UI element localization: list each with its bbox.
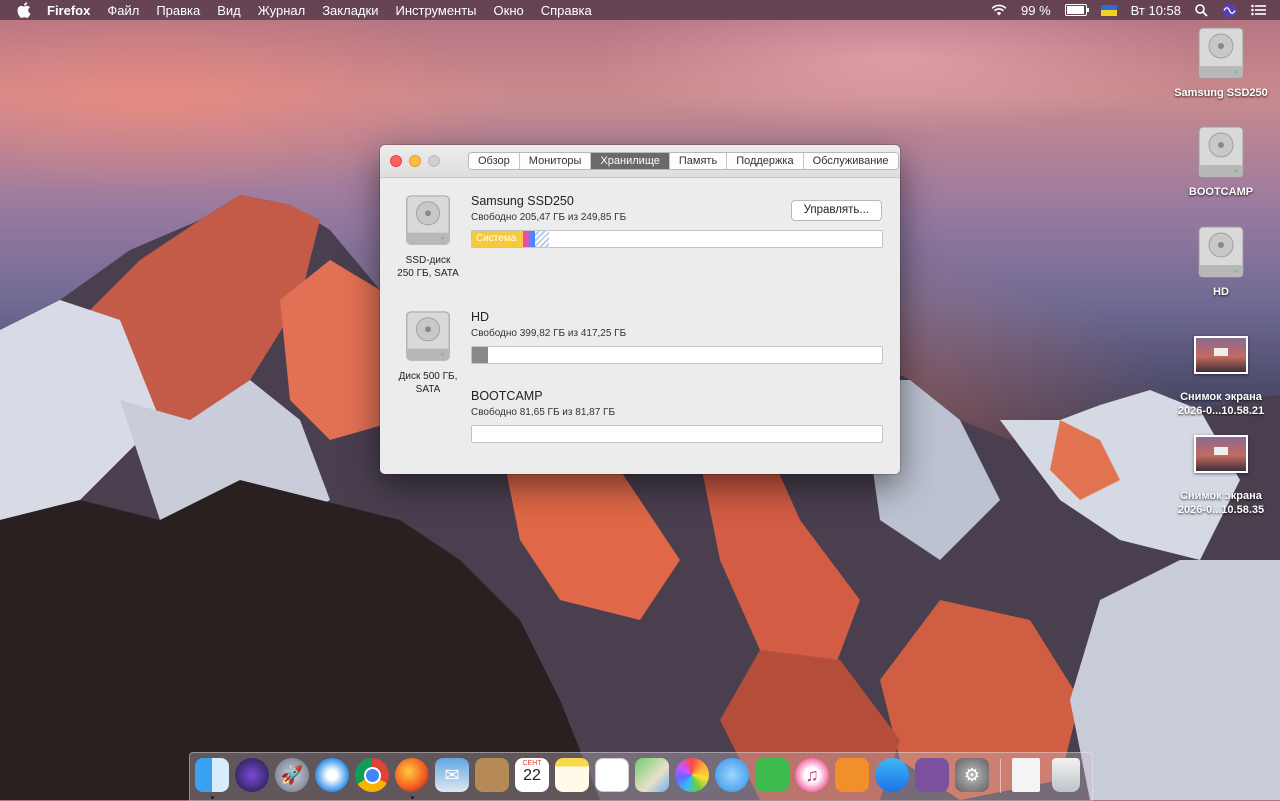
battery-percent[interactable]: 99 %	[1021, 3, 1051, 18]
dock-separator	[1000, 759, 1001, 793]
screenshot-thumbnail-icon	[1194, 336, 1248, 374]
wifi-icon[interactable]	[991, 4, 1007, 16]
viber-icon[interactable]	[915, 758, 949, 792]
spotlight-search-icon[interactable]	[1195, 3, 1208, 17]
desktop-icon-label: BOOTCAMP	[1188, 186, 1254, 198]
firefox-icon[interactable]	[395, 758, 429, 792]
about-this-mac-window: Обзор Мониторы Хранилище Память Поддержк…	[380, 145, 900, 474]
drive-caption: Диск 500 ГБ,	[398, 371, 458, 382]
volume-hd: HD Свободно 399,82 ГБ из 417,25 ГБ	[471, 310, 883, 364]
tab-service[interactable]: Обслуживание	[803, 153, 898, 169]
calendar-day: 22	[523, 767, 541, 784]
dock: 🚀 ✉ СЕНТ 22 ♫ ⚙	[189, 752, 1093, 801]
desktop-icon-label: Samsung SSD250	[1174, 87, 1268, 99]
input-source-flag-icon[interactable]	[1100, 4, 1117, 16]
volume-name: BOOTCAMP	[471, 389, 543, 403]
drive-ssd: SSD-диск 250 ГБ, SATA	[380, 194, 476, 280]
desktop-icon-samsung-ssd250[interactable]: Samsung SSD250	[1166, 26, 1276, 100]
drive-caption: SATA	[415, 384, 441, 395]
hard-drive-icon	[406, 311, 450, 361]
photos-icon[interactable]	[675, 758, 709, 792]
volume-name: HD	[471, 310, 490, 324]
menu-bookmarks[interactable]: Закладки	[322, 3, 378, 18]
manage-button[interactable]: Управлять...	[790, 200, 882, 221]
mail-icon[interactable]: ✉	[435, 758, 469, 792]
tab-bar: Обзор Мониторы Хранилище Память Поддержк…	[468, 152, 899, 170]
notification-center-icon[interactable]	[1251, 4, 1266, 16]
facetime-icon[interactable]	[755, 758, 789, 792]
storage-segment-used[interactable]	[472, 347, 488, 363]
storage-usage-bar: Система	[471, 230, 883, 248]
drive-caption: SSD-диск	[405, 255, 451, 266]
maps-icon[interactable]	[635, 758, 669, 792]
volume-free-space: Свободно 81,65 ГБ из 81,87 ГБ	[471, 407, 616, 418]
clock[interactable]: Вт 10:58	[1131, 3, 1181, 18]
volume-bootcamp: BOOTCAMP Свободно 81,65 ГБ из 81,87 ГБ	[471, 389, 883, 443]
menu-edit[interactable]: Правка	[156, 3, 200, 18]
storage-segment-purgeable[interactable]	[535, 231, 549, 247]
hard-drive-icon	[1198, 226, 1244, 278]
safari-icon[interactable]	[315, 758, 349, 792]
storage-panel: SSD-диск 250 ГБ, SATA Samsung SSD250 Сво…	[380, 178, 900, 474]
tab-displays[interactable]: Мониторы	[519, 153, 592, 169]
storage-usage-bar	[471, 425, 883, 443]
zoom-button[interactable]	[428, 155, 440, 167]
desktop-icon-bootcamp[interactable]: BOOTCAMP	[1166, 125, 1276, 199]
reminders-icon[interactable]	[595, 758, 629, 792]
storage-usage-bar	[471, 346, 883, 364]
books-icon[interactable]	[835, 758, 869, 792]
drive-hdd: Диск 500 ГБ, SATA	[380, 310, 476, 396]
close-button[interactable]	[390, 155, 402, 167]
tab-storage[interactable]: Хранилище	[591, 153, 670, 169]
messages-icon[interactable]	[715, 758, 749, 792]
contacts-icon[interactable]	[475, 758, 509, 792]
tab-support[interactable]: Поддержка	[727, 153, 804, 169]
desktop-icon-label: HD	[1213, 286, 1229, 298]
desktop-icon-hd[interactable]: HD	[1166, 225, 1276, 299]
menu-tools[interactable]: Инструменты	[395, 3, 476, 18]
battery-icon[interactable]	[1064, 4, 1089, 16]
hard-drive-icon	[406, 195, 450, 245]
window-titlebar[interactable]: Обзор Мониторы Хранилище Память Поддержк…	[380, 145, 900, 178]
volume-free-space: Свободно 399,82 ГБ из 417,25 ГБ	[471, 328, 627, 339]
trash-icon[interactable]	[1052, 758, 1080, 792]
desktop-icon-screenshot-1[interactable]: Снимок экрана 2026-0...10.58.21	[1166, 336, 1276, 418]
document-icon[interactable]	[1012, 758, 1040, 792]
itunes-icon[interactable]: ♫	[795, 758, 829, 792]
menu-bar: Firefox Файл Правка Вид Журнал Закладки …	[0, 0, 1280, 20]
siri-menu-icon[interactable]	[1222, 3, 1237, 18]
desktop-icon-label: 2026-0...10.58.35	[1177, 504, 1265, 516]
menu-help[interactable]: Справка	[541, 3, 592, 18]
hard-drive-icon	[1198, 27, 1244, 79]
menu-history[interactable]: Журнал	[258, 3, 305, 18]
drive-caption: 250 ГБ, SATA	[397, 268, 459, 279]
running-indicator	[211, 796, 214, 799]
tab-overview[interactable]: Обзор	[469, 153, 520, 169]
menu-file[interactable]: Файл	[107, 3, 139, 18]
chrome-icon[interactable]	[355, 758, 389, 792]
calendar-icon[interactable]: СЕНТ 22	[515, 758, 549, 792]
minimize-button[interactable]	[409, 155, 421, 167]
menu-view[interactable]: Вид	[217, 3, 241, 18]
running-indicator	[411, 796, 414, 799]
storage-segment-system[interactable]: Система	[472, 231, 523, 247]
desktop-icon-screenshot-2[interactable]: Снимок экрана 2026-0...10.58.35	[1166, 435, 1276, 517]
notes-icon[interactable]	[555, 758, 589, 792]
hard-drive-icon	[1198, 126, 1244, 178]
apple-menu-icon[interactable]	[17, 2, 31, 18]
desktop-icon-label: Снимок экрана	[1180, 490, 1262, 502]
menu-window[interactable]: Окно	[494, 3, 524, 18]
tab-memory[interactable]: Память	[669, 153, 728, 169]
appstore-icon[interactable]	[875, 758, 909, 792]
launchpad-icon[interactable]: 🚀	[275, 758, 309, 792]
finder-icon[interactable]	[195, 758, 229, 792]
desktop-icon-label: Снимок экрана	[1180, 391, 1262, 403]
system-preferences-icon[interactable]: ⚙	[955, 758, 989, 792]
menu-app-name[interactable]: Firefox	[47, 3, 90, 18]
siri-icon[interactable]	[235, 758, 269, 792]
status-area: 99 % Вт 10:58	[991, 0, 1280, 20]
calendar-month: СЕНТ	[522, 760, 542, 767]
desktop-icon-label: 2026-0...10.58.21	[1177, 405, 1265, 417]
screenshot-thumbnail-icon	[1194, 435, 1248, 473]
